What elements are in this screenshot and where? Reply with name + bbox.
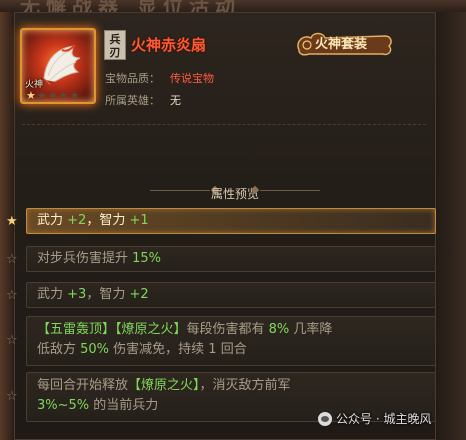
attr-text: ，智力 [86, 287, 130, 302]
attr-text: 每回合开始释放 [37, 378, 129, 393]
attr-value: 8% [268, 322, 290, 337]
divider [22, 124, 426, 125]
attr-text: 的当前兵力 [89, 398, 159, 413]
attribute-text: 武力 +3，智力 +2 [26, 282, 436, 308]
star-icon-empty: ★ [69, 89, 80, 102]
star-icon-filled: ★ [26, 89, 36, 102]
star-rating: ★ ★ ★ ★ ★ [26, 90, 79, 101]
set-label: 火神套装 [315, 37, 368, 52]
attr-text: 几率降 [289, 322, 333, 337]
attr-value: 15% [132, 251, 162, 266]
right-frame [432, 0, 466, 440]
star-icon-outline: ☆ [6, 389, 18, 404]
star-icon-outline: ☆ [6, 288, 18, 303]
attr-text: ，消灭敌方前军 [199, 378, 291, 393]
attr-value: +2 [129, 287, 149, 302]
skill-name: 【燎原之火】 [128, 378, 200, 393]
attribute-row-2[interactable]: ☆ 对步兵伤害提升 15% [4, 246, 436, 272]
attr-text: 武力 [37, 287, 68, 302]
top-strip-text: 无懈战器 显位活动 [20, 0, 241, 12]
hero-row: 所属英雄： 无 [105, 92, 181, 108]
attr-value: +3 [67, 287, 87, 302]
attribute-row-4[interactable]: ☆ 【五雷轰顶】【燎原之火】每段伤害都有 8% 几率降 低敌方 50% 伤害减免… [4, 316, 436, 366]
wechat-icon [318, 411, 332, 426]
watermark: 公众号 · 城主晚风 [318, 410, 431, 427]
divider-line [150, 190, 210, 191]
star-icon-filled: ★ [6, 214, 18, 229]
divider-line [260, 190, 320, 191]
attribute-row-1[interactable]: ★ 武力 +2，智力 +1 [4, 208, 436, 234]
watermark-text: 公众号 · 城主晚风 [336, 412, 432, 426]
star-icon-empty: ★ [47, 89, 58, 102]
attribute-text: 武力 +2，智力 +1 [26, 208, 436, 234]
star-icon-empty: ★ [36, 89, 47, 102]
attr-text: 低敌方 [37, 342, 81, 357]
attribute-text: 【五雷轰顶】【燎原之火】每段伤害都有 8% 几率降 低敌方 50% 伤害减免，持… [26, 316, 436, 366]
hero-label: 所属英雄： [105, 94, 160, 107]
item-icon-frame[interactable]: 火神 ★ ★ ★ ★ ★ [20, 28, 96, 104]
attr-text: 武力 [37, 213, 68, 228]
quality-value: 传说宝物 [170, 72, 214, 85]
star-icon-outline: ☆ [6, 333, 18, 348]
attribute-row-3[interactable]: ☆ 武力 +3，智力 +2 [4, 282, 436, 308]
star-icon-empty: ★ [58, 89, 69, 102]
attr-text: 伤害减免，持续 1 回合 [109, 342, 247, 357]
section-header: 属性预览 [150, 183, 320, 201]
star-icon-outline: ☆ [6, 252, 18, 267]
attr-text: 对步兵伤害提升 [37, 251, 133, 266]
red-feather-fan-icon [43, 45, 81, 86]
quality-label: 宝物品质： [105, 72, 160, 85]
attr-value: 50% [80, 342, 110, 357]
set-badge[interactable]: 火神套装 [295, 28, 395, 58]
weapon-type-badge: 兵刃 [104, 30, 126, 60]
attr-value: 3%~5% [37, 398, 90, 413]
hero-value: 无 [170, 94, 181, 107]
attribute-text: 对步兵伤害提升 15% [26, 246, 436, 272]
top-title-strip: 无懈战器 显位活动 [0, 0, 466, 12]
attr-value: +1 [129, 213, 149, 228]
item-name: 火神赤炎扇 [131, 36, 207, 54]
quality-row: 宝物品质： 传说宝物 [105, 70, 214, 86]
skill-names: 【五雷轰顶】【燎原之火】 [37, 322, 187, 337]
attr-value: +2 [67, 213, 87, 228]
attr-text: 每段伤害都有 [186, 322, 269, 337]
attr-text: ，智力 [86, 213, 130, 228]
